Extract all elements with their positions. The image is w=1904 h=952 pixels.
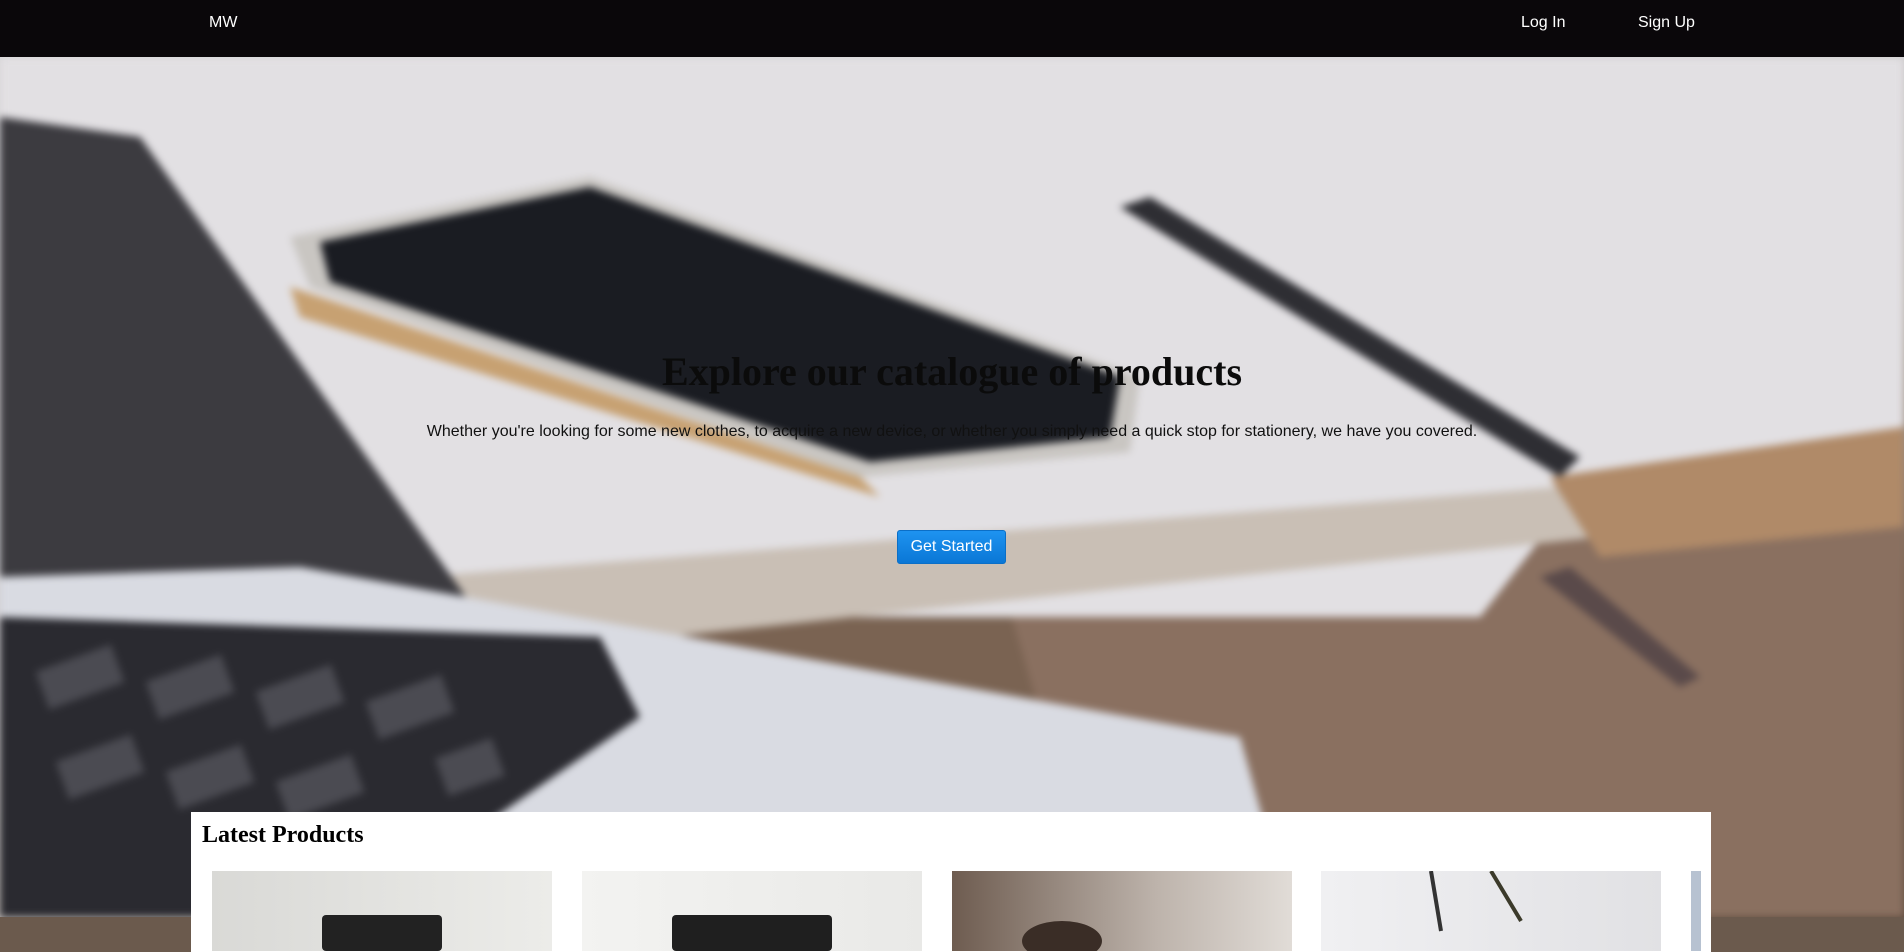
latest-products-section: Latest Products <box>191 812 1711 952</box>
product-image <box>1429 871 1523 932</box>
hero-subtitle: Whether you're looking for some new clot… <box>426 423 1478 440</box>
product-card[interactable] <box>582 871 922 951</box>
product-image <box>672 915 832 951</box>
product-image <box>1022 921 1102 951</box>
signup-link[interactable]: Sign Up <box>1638 14 1695 32</box>
product-card[interactable] <box>212 871 552 951</box>
latest-products-title: Latest Products <box>202 822 364 848</box>
hero-section: Explore our catalogue of products Whethe… <box>0 57 1904 917</box>
hero-title: Explore our catalogue of products <box>661 349 1243 394</box>
product-card[interactable] <box>1691 871 1701 951</box>
product-card[interactable] <box>1321 871 1661 951</box>
login-link[interactable]: Log In <box>1521 14 1565 32</box>
get-started-button[interactable]: Get Started <box>897 530 1006 564</box>
product-card[interactable] <box>952 871 1292 951</box>
hero-background-image <box>0 57 1904 917</box>
product-image <box>322 915 442 951</box>
top-navbar: MW Log In Sign Up <box>0 0 1904 57</box>
brand-logo-link[interactable]: MW <box>209 14 237 32</box>
